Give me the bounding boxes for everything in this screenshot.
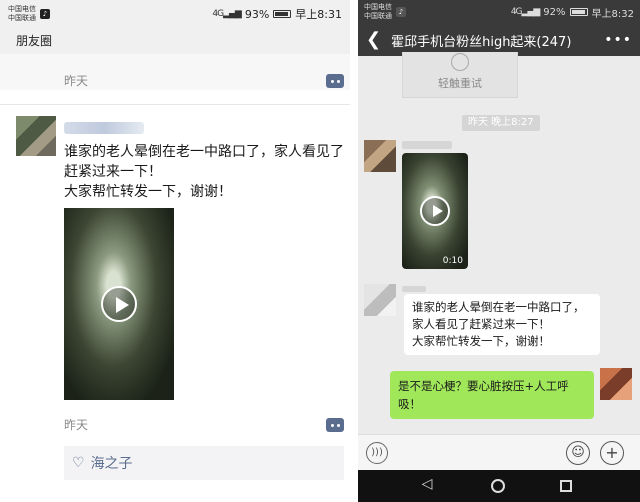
battery-icon — [569, 8, 588, 16]
nav-home-icon[interactable] — [490, 479, 505, 493]
tiktok-icon: ♪ — [396, 7, 406, 17]
carrier-info: 中国电信 中国联通 — [364, 3, 392, 20]
more-icon[interactable]: ••• — [604, 32, 632, 48]
battery-percent: 92% — [543, 6, 566, 18]
prev-post-time: 昨天 — [64, 74, 89, 88]
page-title: 朋友圈 — [0, 28, 350, 54]
text-message[interactable]: 谁家的老人晕倒在老一中路口了，家人看见了赶紧过来一下！ 大家帮忙转发一下，谢谢！ — [404, 294, 600, 355]
system-nav-bar — [358, 470, 640, 502]
message-timestamp: 昨天 晚上8:27 — [462, 115, 540, 131]
poster-name[interactable] — [64, 122, 144, 134]
chat-title: 霍邱手机台粉丝high起来(247) — [391, 34, 572, 50]
post-video[interactable] — [64, 208, 174, 400]
heart-icon: ♡ — [72, 455, 85, 471]
nav-back-icon[interactable] — [422, 476, 436, 492]
retry-icon — [451, 53, 469, 71]
video-message[interactable]: 0:10 — [402, 153, 468, 269]
input-bar: ))) ☺ + — [358, 434, 640, 470]
battery-percent: 93% — [244, 7, 270, 21]
moments-panel: 中国电信 中国联通 ♪ 4G▂▄▆ 93% 早上8:31 朋友圈 昨天 谁家的老… — [0, 0, 350, 502]
signal-icon: 4G▂▄▆ — [510, 7, 540, 17]
sender-name — [402, 141, 452, 149]
own-avatar[interactable] — [600, 368, 632, 400]
video-duration: 0:10 — [442, 256, 463, 266]
plus-icon[interactable]: + — [600, 441, 624, 465]
emoji-icon[interactable]: ☺ — [566, 441, 590, 465]
battery-icon — [273, 10, 292, 18]
comment-button[interactable] — [326, 74, 344, 88]
post-time: 昨天 — [64, 418, 89, 432]
tiktok-icon: ♪ — [40, 9, 50, 19]
status-bar: 中国电信 中国联通 ♪ 4G▂▄▆ 92% 早上8:32 — [358, 0, 640, 24]
clock: 早上8:32 — [591, 8, 634, 20]
comment-button[interactable] — [326, 418, 344, 432]
post-text: 谁家的老人晕倒在老一中路口了，家人看见了赶紧过来一下！ 大家帮忙转发一下，谢谢！ — [64, 144, 344, 200]
avatar[interactable] — [364, 140, 396, 172]
carrier-info: 中国电信 中国联通 — [8, 5, 36, 22]
liker-name[interactable]: 海之子 — [91, 453, 133, 473]
play-icon[interactable] — [101, 286, 137, 322]
avatar[interactable] — [364, 284, 396, 316]
likes-box: ♡ 海之子 — [64, 446, 344, 480]
voice-icon[interactable]: ))) — [366, 442, 388, 464]
status-bar: 中国电信 中国联通 ♪ 4G▂▄▆ 93% 早上8:31 — [0, 0, 350, 28]
retry-media[interactable]: 轻触重试 — [402, 52, 518, 98]
play-icon[interactable] — [420, 196, 450, 226]
sender-name — [402, 286, 426, 292]
back-arrow-icon[interactable]: ❮ — [366, 24, 381, 56]
group-chat-panel: 中国电信 中国联通 ♪ 4G▂▄▆ 92% 早上8:32 ❮ 霍邱手机台粉丝hi… — [358, 0, 640, 502]
nav-recent-icon[interactable] — [560, 480, 573, 492]
clock: 早上8:31 — [295, 8, 342, 21]
avatar[interactable] — [16, 116, 56, 156]
signal-icon: 4G▂▄▆ — [212, 9, 241, 19]
own-text-message[interactable]: 是不是心梗？要心脏按压+人工呼吸！ — [390, 371, 594, 419]
